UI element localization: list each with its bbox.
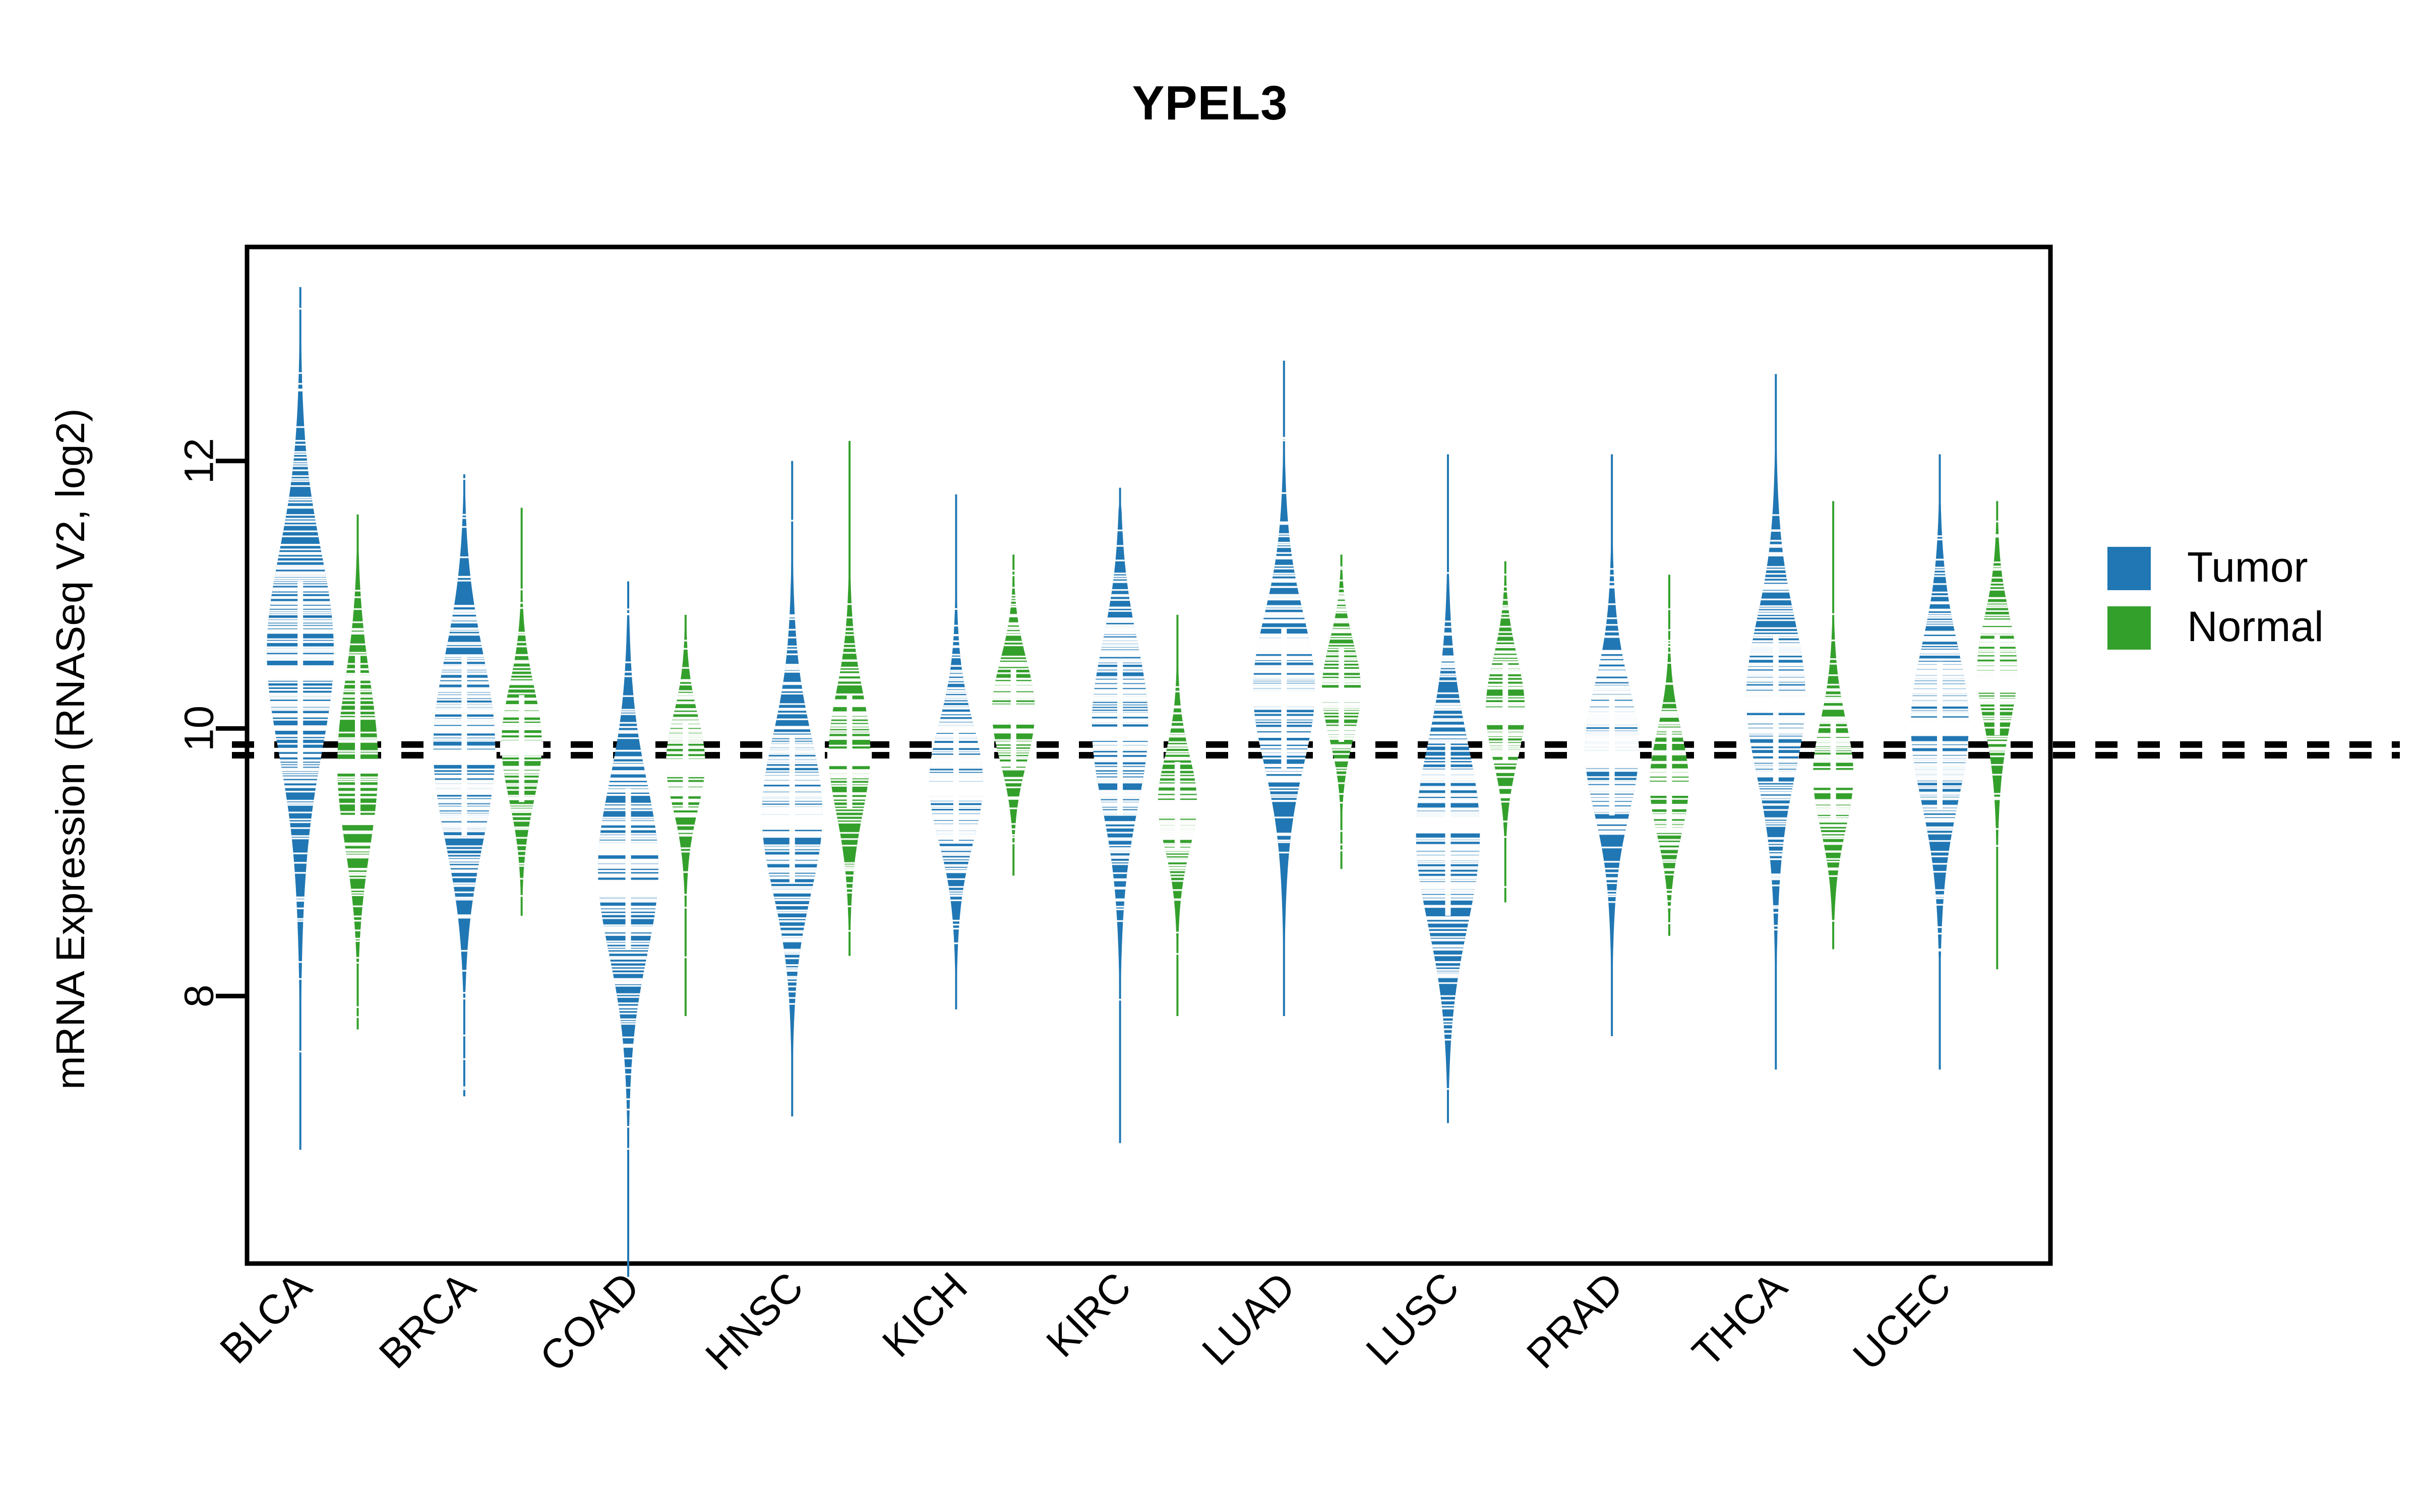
violin-tumor-prad[interactable] bbox=[1584, 454, 1641, 1036]
violin-normal-kich[interactable] bbox=[990, 554, 1037, 876]
violin-tumor-ucec[interactable] bbox=[1909, 454, 1970, 1070]
violin-normal-thca[interactable] bbox=[1811, 501, 1855, 950]
legend-swatch-tumor[interactable] bbox=[2107, 547, 2151, 590]
legend-label-tumor[interactable]: Tumor bbox=[2187, 543, 2308, 591]
x-tick-label-thca: THCA bbox=[1684, 1264, 1796, 1375]
violin-tumor-thca[interactable] bbox=[1744, 374, 1807, 1070]
chart-canvas: YPEL3 mRNA Expression (RNASeq V2, log2) … bbox=[0, 0, 2420, 1512]
violin-tumor-brca[interactable] bbox=[432, 474, 497, 1097]
x-tick-label-kich: KICH bbox=[874, 1264, 976, 1366]
y-tick-label: 10 bbox=[176, 706, 222, 751]
x-tick-label-brca: BRCA bbox=[371, 1264, 485, 1377]
x-tick-label-ucec: UCEC bbox=[1844, 1264, 1960, 1379]
violin-tumor-coad[interactable] bbox=[597, 581, 659, 1277]
violin-normal-brca[interactable] bbox=[500, 508, 543, 916]
violin-normal-prad[interactable] bbox=[1648, 575, 1690, 936]
x-tick-label-lusc: LUSC bbox=[1358, 1264, 1468, 1374]
x-tick-label-prad: PRAD bbox=[1518, 1264, 1631, 1377]
y-tick-label: 8 bbox=[176, 984, 222, 1007]
y-tick-label: 12 bbox=[176, 438, 222, 484]
x-tick-label-coad: COAD bbox=[531, 1264, 648, 1380]
violin-tumor-luad[interactable] bbox=[1251, 360, 1316, 1017]
violin-tumor-kich[interactable] bbox=[928, 494, 985, 1010]
violin-tumor-lusc[interactable] bbox=[1414, 454, 1481, 1123]
violin-normal-lusc[interactable] bbox=[1484, 561, 1527, 903]
violin-plot: 8 10 12 BLCA BRCA COAD HNSC KICH KIRC LUAD LUSC PRA… bbox=[176, 244, 2400, 1380]
violin-normal-kirc[interactable] bbox=[1157, 614, 1198, 1017]
violin-normal-ucec[interactable] bbox=[1976, 501, 2018, 970]
x-tick-label-hnsc: HNSC bbox=[697, 1264, 812, 1379]
x-tick-label-kirc: KIRC bbox=[1038, 1264, 1140, 1366]
violin-normal-luad[interactable] bbox=[1320, 554, 1362, 869]
x-tick-label-blca: BLCA bbox=[211, 1264, 320, 1372]
violin-normal-coad[interactable] bbox=[664, 614, 707, 1017]
violin-tumor-kirc[interactable] bbox=[1091, 487, 1150, 1144]
legend-swatch-normal[interactable] bbox=[2107, 606, 2151, 650]
violin-normal-hnsc[interactable] bbox=[827, 440, 872, 956]
x-tick-label-luad: LUAD bbox=[1193, 1264, 1304, 1374]
violin-tumor-hnsc[interactable] bbox=[760, 461, 824, 1117]
violin-tumor-blca[interactable] bbox=[266, 287, 335, 1150]
violin-normal-blca[interactable] bbox=[336, 514, 380, 1030]
legend-label-normal[interactable]: Normal bbox=[2187, 603, 2324, 650]
